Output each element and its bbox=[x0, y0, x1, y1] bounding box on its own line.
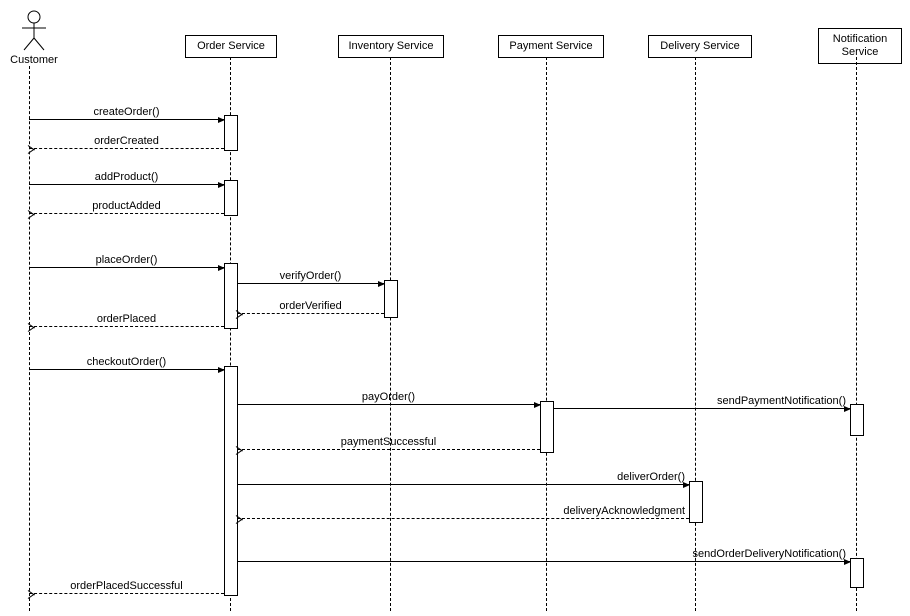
msg-add-product: addProduct() bbox=[29, 184, 224, 185]
msg-create-order: createOrder() bbox=[29, 119, 224, 120]
msg-product-added-label: productAdded bbox=[29, 200, 224, 212]
msg-order-created: orderCreated bbox=[29, 148, 224, 149]
activation-delivery-1 bbox=[689, 481, 703, 523]
msg-place-order-label: placeOrder() bbox=[29, 254, 224, 266]
msg-pay-order: payOrder() bbox=[237, 404, 540, 405]
msg-order-placed: orderPlaced bbox=[29, 326, 224, 327]
activation-notification-1 bbox=[850, 404, 864, 436]
activation-order-4 bbox=[224, 366, 238, 596]
msg-create-order-label: createOrder() bbox=[29, 106, 224, 118]
lifeline-notification-service-label: Notification Service bbox=[833, 33, 887, 58]
msg-order-placed-label: orderPlaced bbox=[29, 313, 224, 325]
msg-order-placed-successful: orderPlacedSuccessful bbox=[29, 593, 224, 594]
msg-send-payment-notification: sendPaymentNotification() bbox=[553, 408, 850, 409]
lifeline-inventory-service-label: Inventory Service bbox=[349, 40, 434, 52]
msg-order-verified: orderVerified bbox=[237, 313, 384, 314]
msg-place-order: placeOrder() bbox=[29, 267, 224, 268]
activation-payment-1 bbox=[540, 401, 554, 453]
msg-payment-successful-label: paymentSuccessful bbox=[237, 436, 540, 448]
msg-checkout-order: checkoutOrder() bbox=[29, 369, 224, 370]
sequence-diagram: Customer Order Service Inventory Service… bbox=[0, 0, 910, 616]
msg-verify-order: verifyOrder() bbox=[237, 283, 384, 284]
activation-inventory-1 bbox=[384, 280, 398, 318]
actor-customer: Customer bbox=[14, 10, 54, 55]
msg-order-placed-successful-label: orderPlacedSuccessful bbox=[29, 580, 224, 592]
lifeline-line-delivery bbox=[695, 57, 696, 611]
msg-payment-successful: paymentSuccessful bbox=[237, 449, 540, 450]
msg-order-verified-label: orderVerified bbox=[237, 300, 384, 312]
lifeline-delivery-service: Delivery Service bbox=[648, 35, 752, 58]
msg-delivery-ack-label: deliveryAcknowledgment bbox=[563, 505, 685, 517]
activation-order-1 bbox=[224, 115, 238, 151]
lifeline-payment-service: Payment Service bbox=[498, 35, 604, 58]
activation-order-2 bbox=[224, 180, 238, 216]
lifeline-order-service-label: Order Service bbox=[197, 40, 265, 52]
msg-deliver-order-label: deliverOrder() bbox=[617, 471, 685, 483]
msg-verify-order-label: verifyOrder() bbox=[237, 270, 384, 282]
msg-product-added: productAdded bbox=[29, 213, 224, 214]
lifeline-order-service: Order Service bbox=[185, 35, 277, 58]
msg-send-delivery-notification-label: sendOrderDeliveryNotification() bbox=[693, 548, 846, 560]
msg-add-product-label: addProduct() bbox=[29, 171, 224, 183]
msg-deliver-order: deliverOrder() bbox=[237, 484, 689, 485]
lifeline-line-notification bbox=[856, 57, 857, 611]
lifeline-inventory-service: Inventory Service bbox=[338, 35, 444, 58]
lifeline-notification-service: Notification Service bbox=[818, 28, 902, 64]
lifeline-delivery-service-label: Delivery Service bbox=[660, 40, 739, 52]
msg-send-delivery-notification: sendOrderDeliveryNotification() bbox=[237, 561, 850, 562]
msg-send-payment-notification-label: sendPaymentNotification() bbox=[717, 395, 846, 407]
actor-customer-label: Customer bbox=[0, 54, 70, 66]
lifeline-line-payment bbox=[546, 57, 547, 611]
activation-notification-2 bbox=[850, 558, 864, 588]
stick-figure-icon bbox=[19, 10, 49, 52]
lifeline-line-inventory bbox=[390, 57, 391, 611]
msg-checkout-order-label: checkoutOrder() bbox=[29, 356, 224, 368]
lifeline-payment-service-label: Payment Service bbox=[509, 40, 592, 52]
msg-order-created-label: orderCreated bbox=[29, 135, 224, 147]
msg-pay-order-label: payOrder() bbox=[237, 391, 540, 403]
msg-delivery-ack: deliveryAcknowledgment bbox=[237, 518, 689, 519]
